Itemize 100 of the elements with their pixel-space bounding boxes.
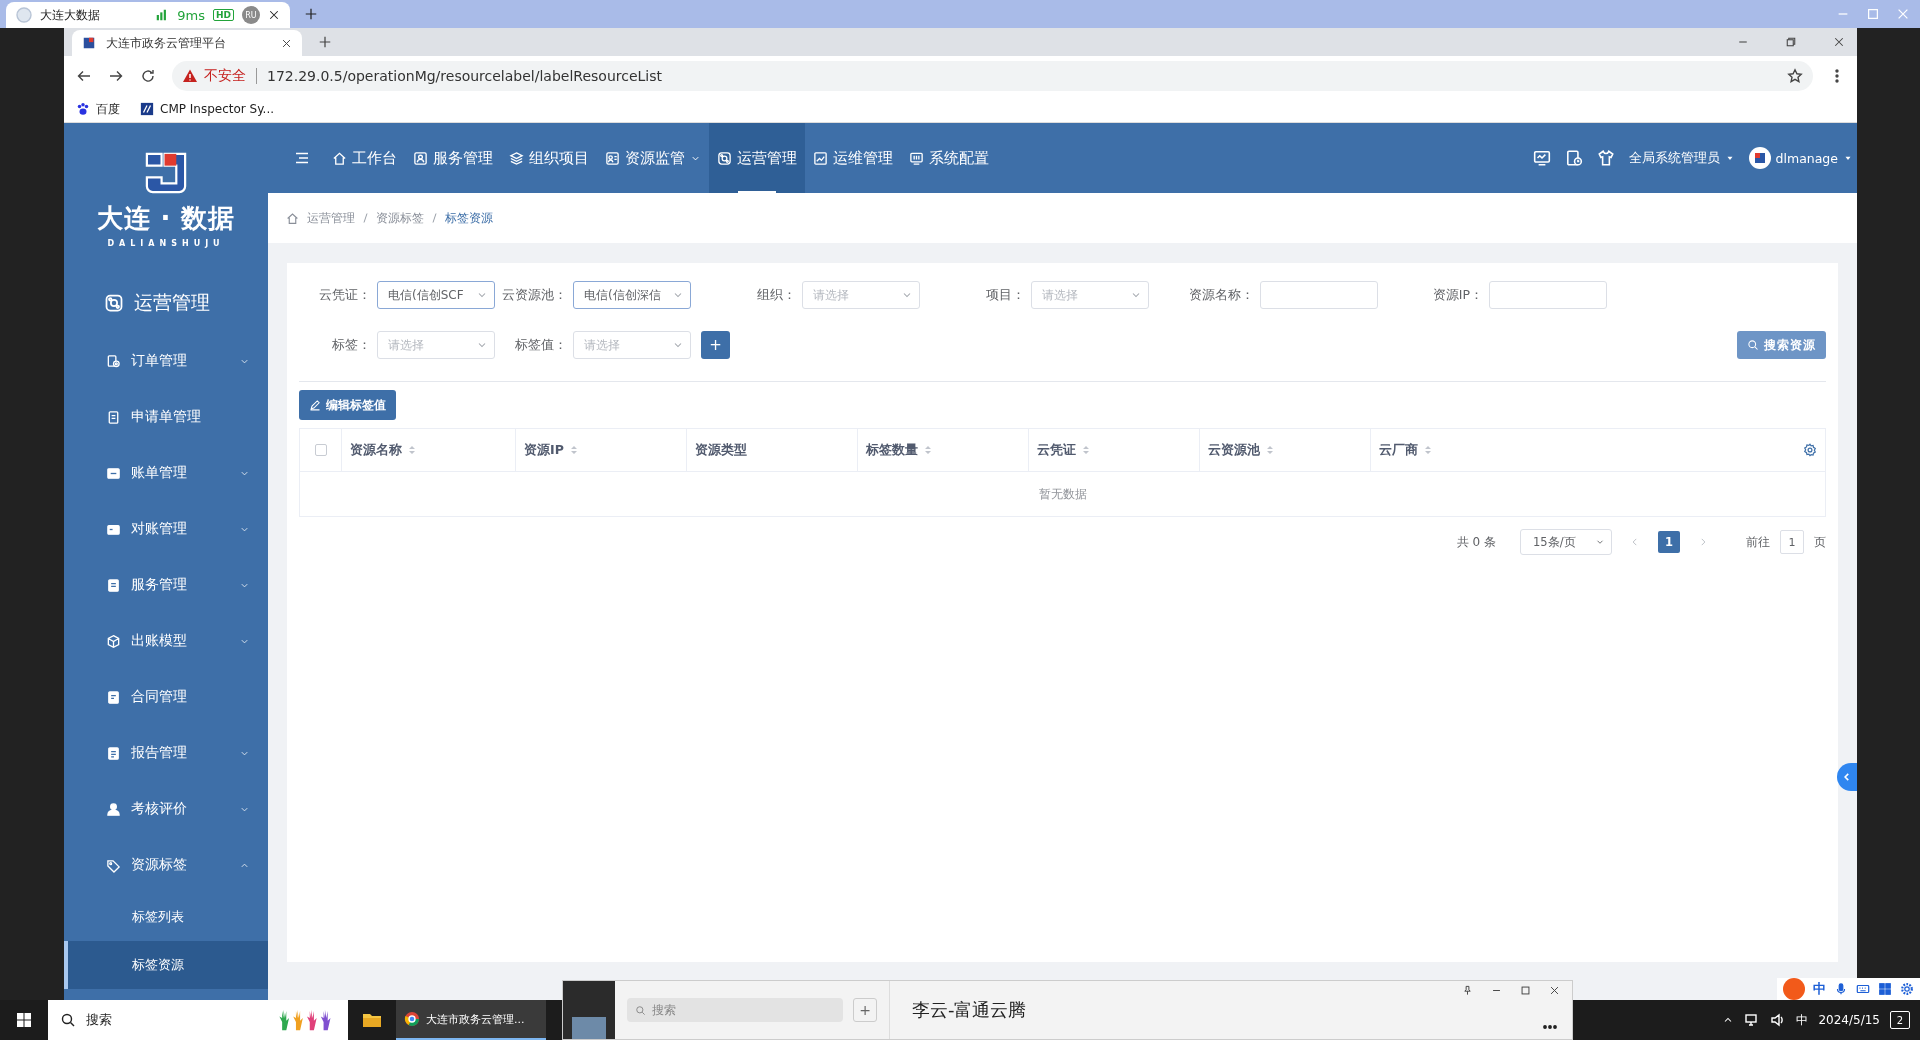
menu-button[interactable]: [294, 150, 310, 166]
field-label: 标签：: [331, 336, 372, 354]
warning-icon: [182, 68, 198, 84]
close-button[interactable]: [1833, 36, 1845, 48]
search-field[interactable]: 搜索: [48, 1000, 348, 1040]
sidebar-title: 运营管理: [134, 290, 210, 315]
person-card-icon: [413, 150, 428, 166]
nav-tab[interactable]: 组织项目: [501, 123, 597, 193]
sidebar-item[interactable]: 订单管理: [64, 333, 268, 389]
add-button[interactable]: +: [701, 331, 730, 359]
search-icon: [635, 1004, 646, 1016]
people-icon: [605, 150, 620, 166]
cube-icon: [106, 633, 121, 649]
bookmark-link[interactable]: 百度: [96, 100, 120, 118]
role-dropdown[interactable]: 全局系统管理员: [1628, 149, 1735, 167]
document-clock-button[interactable]: [1564, 149, 1583, 167]
sidebar-item[interactable]: 账单管理: [64, 445, 268, 501]
page-size-select[interactable]: 15条/页: [1520, 529, 1612, 555]
address-bar[interactable]: 不安全 172.29.0.5/operationMg/resourcelabel/labelResourceList: [172, 61, 1813, 91]
notification-badge[interactable]: 2: [1890, 1011, 1910, 1029]
search-icon: [1747, 339, 1759, 351]
back-button[interactable]: [76, 68, 92, 84]
new-tab-button[interactable]: [318, 35, 332, 49]
gear-document-icon: [106, 353, 121, 369]
submenu-item[interactable]: 标签资源: [64, 941, 268, 989]
sidebar-item[interactable]: 报告管理: [64, 725, 268, 781]
browser-icon: [404, 1011, 420, 1027]
ime-mode[interactable]: 中: [1813, 980, 1826, 998]
separator-icon: [363, 213, 368, 223]
sidebar-item[interactable]: 考核评价: [64, 781, 268, 837]
user-menu[interactable]: dlmanage: [1748, 147, 1853, 169]
logo-subtitle: DALIANSHUJU: [107, 239, 225, 248]
edit-button[interactable]: 编辑标签值: [299, 390, 396, 420]
restore-button[interactable]: [1785, 36, 1797, 48]
empty-message: 暂无数据: [1037, 485, 1088, 503]
search-icon: [60, 1012, 76, 1028]
reload-button[interactable]: [140, 68, 156, 84]
field-label: 云资源池：: [501, 286, 568, 304]
taskbar-app-button[interactable]: 大连市政务云管理...: [396, 1000, 546, 1040]
close-button[interactable]: [268, 9, 280, 21]
nav-tab[interactable]: 服务管理: [405, 123, 501, 193]
language-indicator[interactable]: 中: [1796, 1011, 1809, 1029]
field-label: 资源名称：: [1188, 286, 1255, 304]
field-label: 资源IP：: [1431, 286, 1484, 304]
breadcrumb-link[interactable]: 资源标签: [376, 210, 424, 226]
column-header: 资源IP: [524, 441, 564, 459]
settings-button[interactable]: [1803, 443, 1817, 457]
remote-tab[interactable]: 大连大数据 9ms HD RU: [6, 2, 290, 28]
bookmark-logo-icon: [140, 102, 154, 116]
bookmark-star-button[interactable]: [1787, 68, 1803, 84]
input-field[interactable]: [1489, 281, 1607, 309]
monitor-button[interactable]: [1532, 149, 1551, 167]
total-count: 共 0 条: [1456, 533, 1496, 551]
search-field[interactable]: 搜索: [627, 998, 843, 1022]
paw-icon: [76, 102, 90, 116]
logo-icon: [82, 36, 96, 50]
photo-placeholder: [572, 1017, 606, 1039]
close-button[interactable]: [281, 37, 292, 49]
pin-button[interactable]: [1462, 985, 1473, 996]
page-input[interactable]: 1: [1780, 530, 1804, 554]
shirt-button[interactable]: [1596, 149, 1615, 167]
select-field[interactable]: 电信(信创深信: [573, 281, 691, 309]
select-all-checkbox[interactable]: [314, 444, 327, 456]
sidebar-item[interactable]: 合同管理: [64, 669, 268, 725]
nav-tab[interactable]: 资源监管: [597, 123, 709, 193]
column-header: 资源名称: [350, 441, 402, 459]
page-button[interactable]: 1: [1658, 531, 1680, 553]
column-header: 资源类型: [695, 441, 747, 459]
forward-button[interactable]: [108, 68, 124, 84]
close-button[interactable]: [1549, 985, 1560, 996]
sidebar-item[interactable]: 出账模型: [64, 613, 268, 669]
user-badge: RU: [242, 6, 260, 24]
field-label: 项目：: [985, 286, 1026, 304]
add-button[interactable]: +: [853, 998, 877, 1022]
nav-tab[interactable]: 工作台: [324, 123, 405, 193]
sidebar-item[interactable]: 对账管理: [64, 501, 268, 557]
nav-tab[interactable]: 系统配置: [901, 123, 997, 193]
quality-badge: HD: [213, 9, 234, 21]
bookmark-link[interactable]: CMP Inspector Sy...: [160, 102, 275, 116]
new-tab-button[interactable]: [304, 7, 318, 21]
column-header: 云厂商: [1379, 441, 1418, 459]
separator-icon: [432, 213, 437, 223]
breadcrumb-link[interactable]: 运营管理: [307, 210, 355, 226]
windows-start-button[interactable]: [16, 1012, 32, 1028]
nav-tab[interactable]: 运营管理: [709, 123, 805, 193]
sidebar-item[interactable]: 申请单管理: [64, 389, 268, 445]
home-icon: [286, 211, 299, 225]
sidebar-item[interactable]: 服务管理: [64, 557, 268, 613]
search-button[interactable]: 搜索资源: [1737, 331, 1826, 359]
sidebar-item[interactable]: 资源标签: [64, 837, 268, 893]
select-field[interactable]: 电信(信创SCF: [377, 281, 495, 309]
url-text: 172.29.0.5/operationMg/resourcelabel/labelResourceList: [267, 68, 662, 84]
grid-icon: [1878, 982, 1892, 996]
browser-tab[interactable]: 大连市政务云管理平台: [72, 30, 302, 56]
nav-tab[interactable]: 运维管理: [805, 123, 901, 193]
home-icon: [332, 150, 347, 166]
document-icon: [106, 689, 121, 705]
document-icon: [106, 409, 121, 425]
maximize-button[interactable]: [1520, 985, 1531, 996]
input-field[interactable]: [1260, 281, 1378, 309]
